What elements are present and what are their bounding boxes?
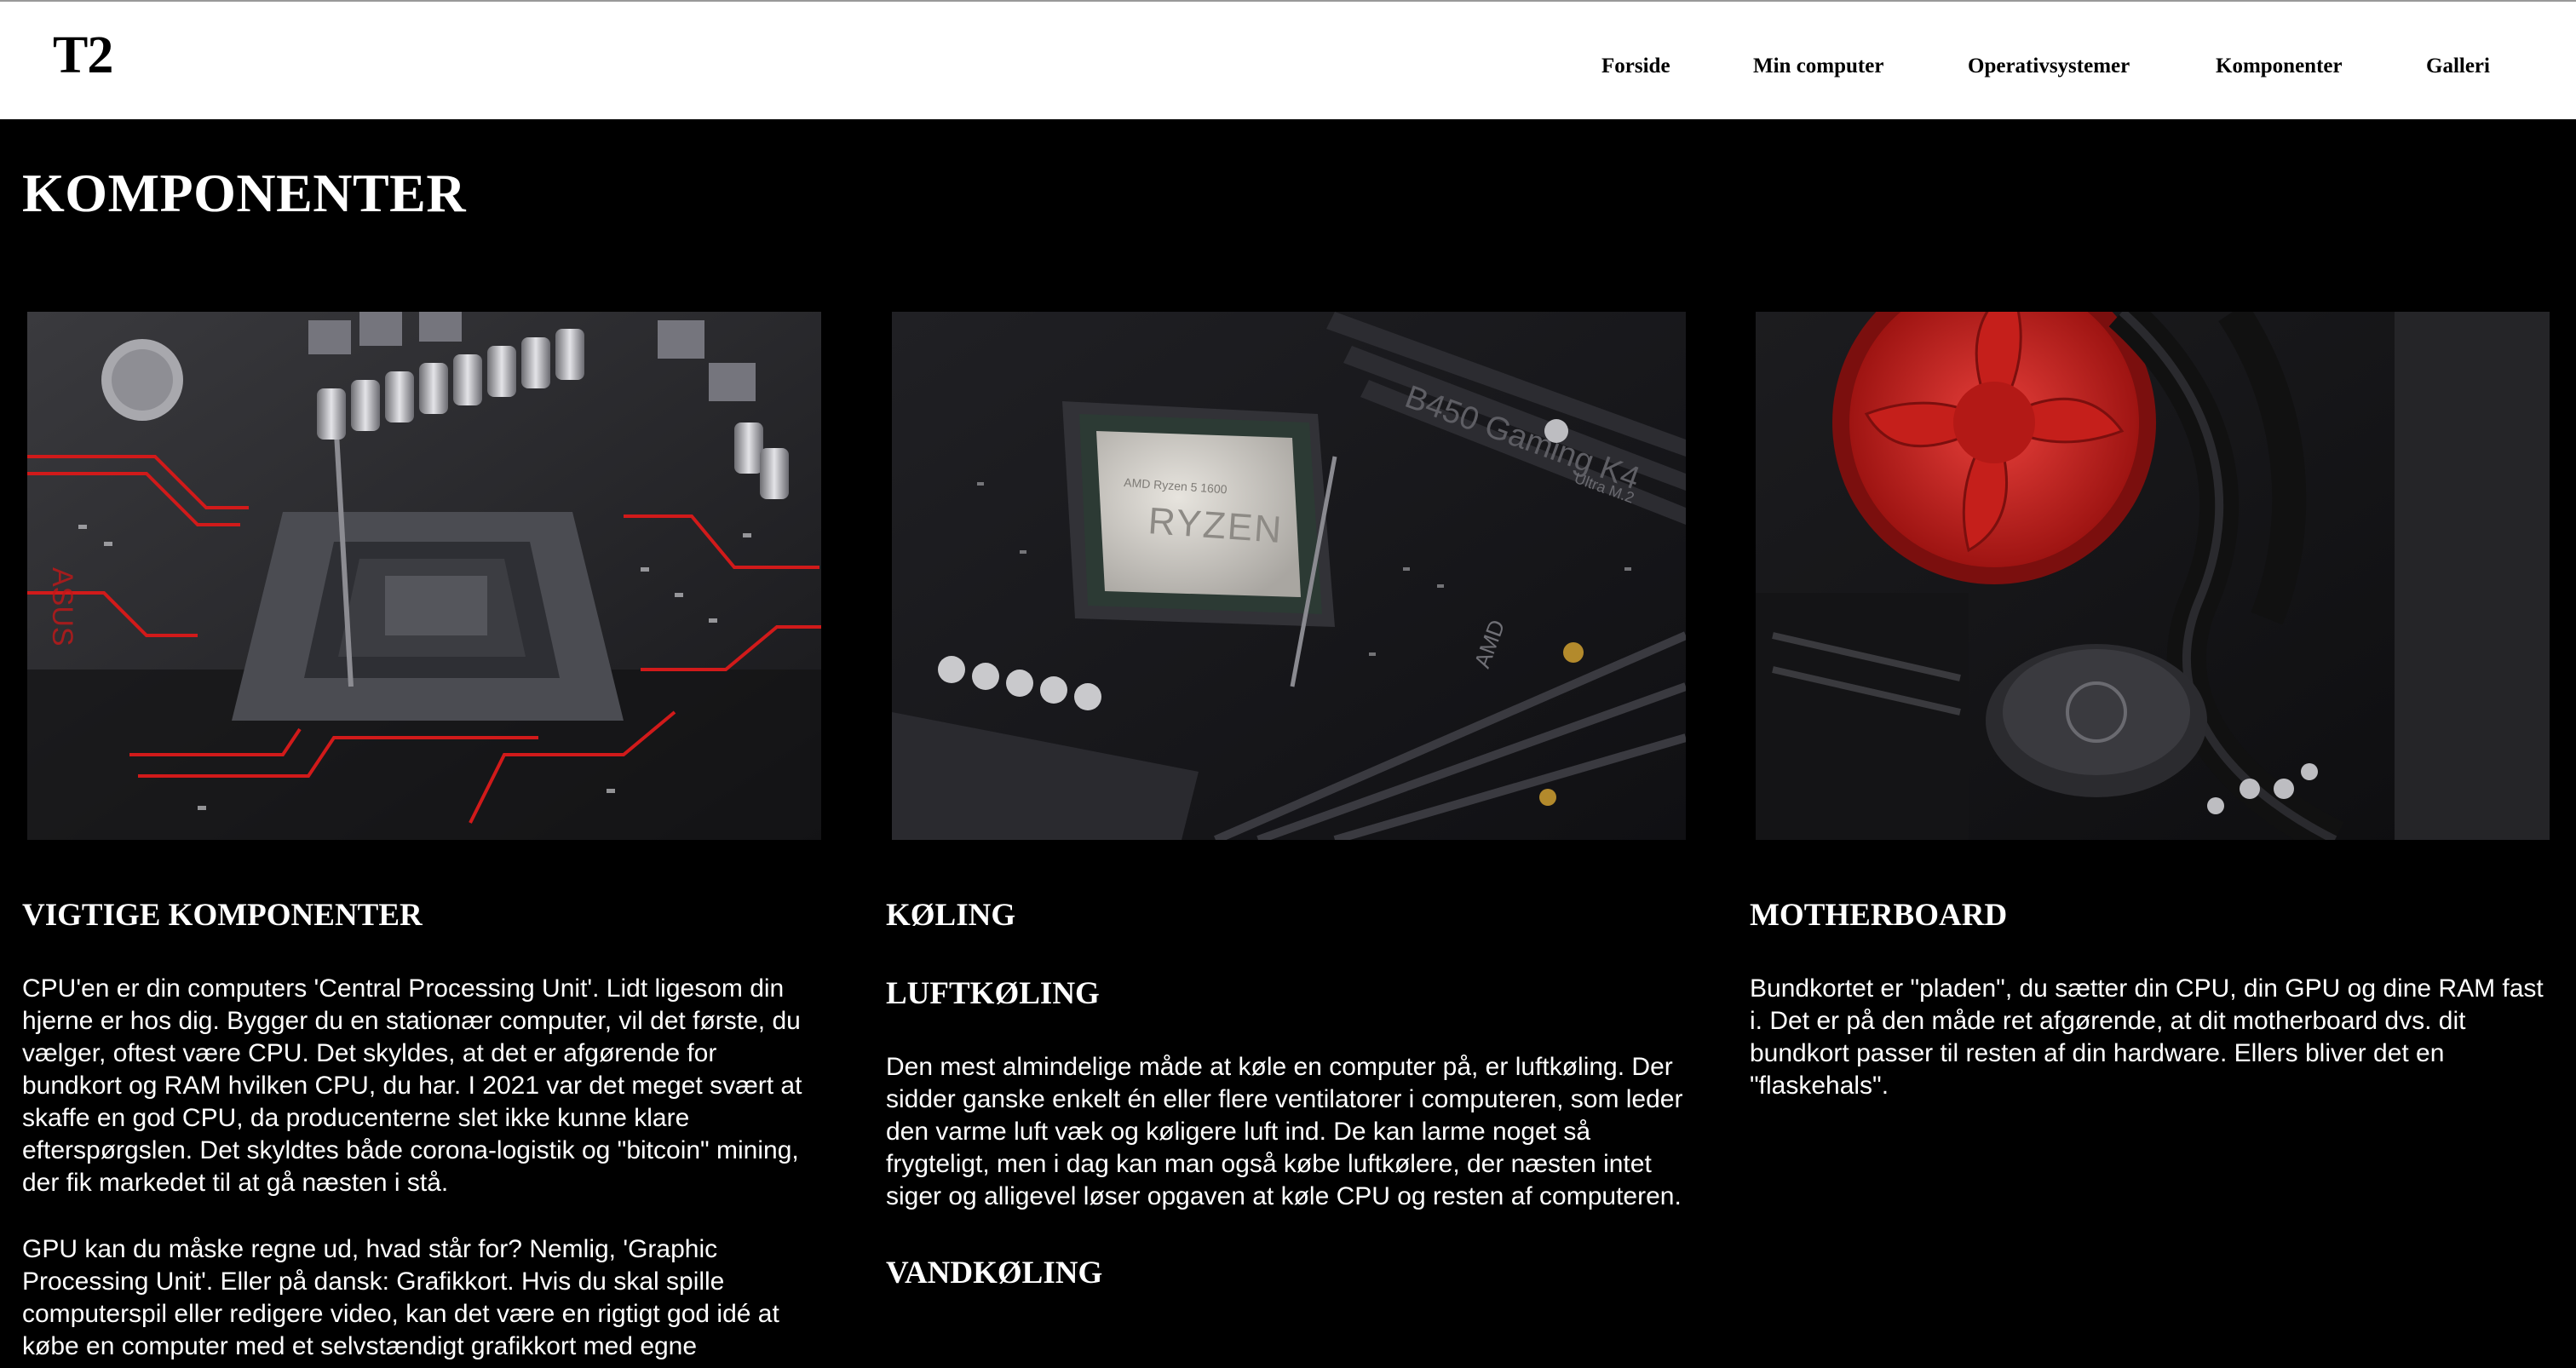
- site-header: T2 Forside Min computer Operativsystemer…: [0, 0, 2576, 119]
- photo-cpu-cooler: [1756, 312, 2550, 840]
- gpu-paragraph: GPU kan du måske regne ud, hvad står for…: [22, 1235, 779, 1360]
- nav-link-galleri[interactable]: Galleri: [2426, 55, 2490, 78]
- section-motherboard: MOTHERBOARD Bundkortet er "pladen", du s…: [1750, 893, 2550, 1102]
- section-koling: KØLING LUFTKØLING Den mest almindelige m…: [886, 893, 1687, 1296]
- nav-link-operativsystemer[interactable]: Operativsystemer: [1968, 55, 2130, 78]
- luftkoling-paragraph: Den mest almindelige måde at køle en com…: [886, 1053, 1683, 1210]
- cpu-paragraph: CPU'en er din computers 'Central Process…: [22, 974, 802, 1197]
- nav-link-forside[interactable]: Forside: [1601, 55, 1670, 78]
- section-vigtige-komponenter: VIGTIGE KOMPONENTER CPU'en er din comput…: [22, 893, 823, 1363]
- motherboard-paragraph: Bundkortet er "pladen", du sætter din CP…: [1750, 974, 2544, 1100]
- page-title: KOMPONENTER: [22, 163, 467, 223]
- subsection-heading-vandkoling: VANDKØLING: [886, 1256, 1103, 1290]
- main-nav: Forside Min computer Operativsystemer Ko…: [0, 55, 2576, 89]
- photo-cpu-socket: ASUS: [27, 312, 821, 840]
- section-heading: MOTHERBOARD: [1750, 898, 2008, 933]
- nav-link-min-computer[interactable]: Min computer: [1753, 55, 1883, 78]
- section-heading: VIGTIGE KOMPONENTER: [22, 898, 423, 933]
- subsection-heading-luftkoling: LUFTKØLING: [886, 976, 1100, 1011]
- nav-link-komponenter[interactable]: Komponenter: [2216, 55, 2343, 78]
- photo-ryzen-cpu: B450 Gaming K4 Ultra M.2 AMD Ryzen 5 160…: [892, 312, 1686, 840]
- asus-print: ASUS: [46, 567, 78, 647]
- section-heading: KØLING: [886, 898, 1016, 933]
